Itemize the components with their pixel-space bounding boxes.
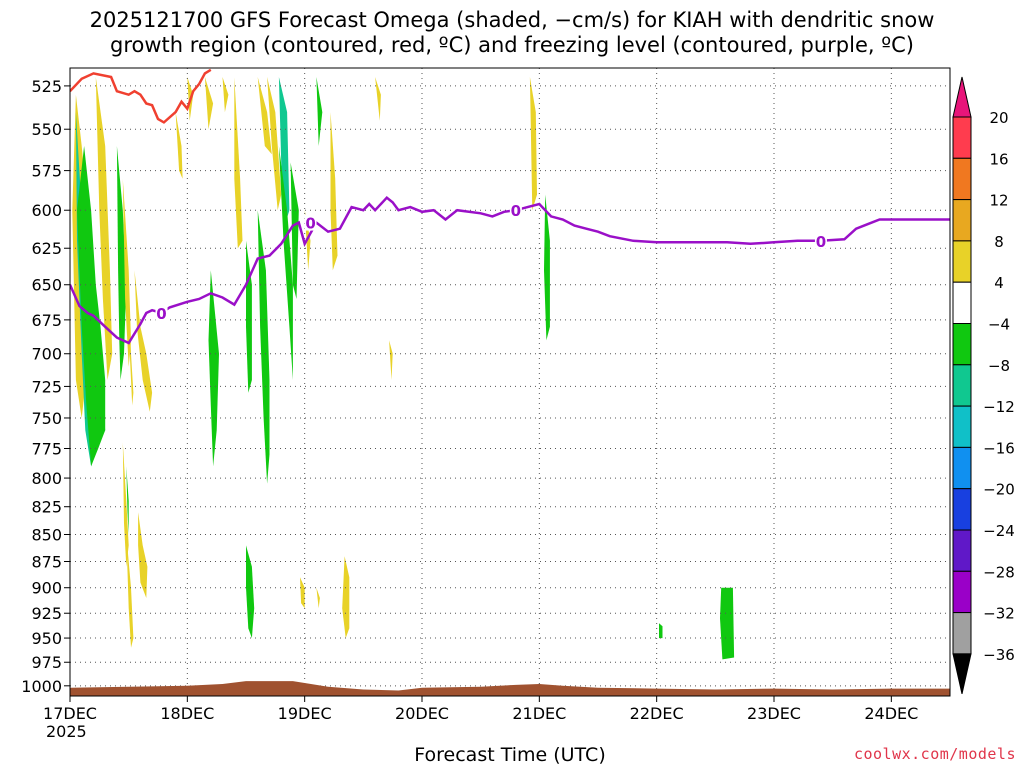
colorbar-swatch-11 xyxy=(952,570,972,614)
colorbar-label-4: 4 xyxy=(994,274,1004,292)
x-year-label: 2025 xyxy=(46,722,87,741)
colorbar-bottom-arrow xyxy=(952,653,972,695)
x-tick-label-21DEC: 21DEC xyxy=(512,704,566,723)
colorbar-label-13: −36 xyxy=(983,646,1015,664)
colorbar-label-3: 8 xyxy=(994,233,1004,251)
x-tick-label-19DEC: 19DEC xyxy=(278,704,332,723)
credit-link[interactable]: coolwx.com/models xyxy=(854,745,1016,763)
y-tick-label-675: 675 xyxy=(31,311,62,330)
colorbar-swatch-10 xyxy=(952,529,972,572)
y-tick-label-700: 700 xyxy=(31,345,62,364)
colorbar-swatch-7 xyxy=(952,405,972,448)
colorbar-label-8: −16 xyxy=(983,439,1015,457)
colorbar-swatch-9 xyxy=(952,488,972,531)
colorbar-label-6: −8 xyxy=(988,357,1010,375)
colorbar-swatch-6 xyxy=(952,364,972,407)
colorbar-swatch-2 xyxy=(952,199,972,242)
colorbar-label-12: −32 xyxy=(983,605,1015,623)
y-tick-label-725: 725 xyxy=(31,377,62,396)
freezing-level-label-2: 0 xyxy=(511,202,521,220)
colorbar-label-1: 16 xyxy=(989,150,1008,168)
y-tick-label-550: 550 xyxy=(31,120,62,139)
x-tick-label-20DEC: 20DEC xyxy=(395,704,449,723)
y-tick-label-775: 775 xyxy=(31,440,62,459)
colorbar-label-9: −20 xyxy=(983,481,1015,499)
x-tick-label-22DEC: 22DEC xyxy=(630,704,684,723)
x-axis: 17DEC 18DEC 19DEC 20DEC 21DEC 22DEC 23DEC 24DEC… xyxy=(43,696,918,741)
colorbar: 20 16 12 8 4 −4 −8 −12 −16 −20 −24 −28 −32 −36 xyxy=(952,76,1015,695)
colorbar-swatch-0 xyxy=(952,116,972,159)
y-tick-label-1000: 1000 xyxy=(21,677,62,696)
freezing-level-label-1: 0 xyxy=(305,215,315,233)
y-tick-label-625: 625 xyxy=(31,239,62,258)
colorbar-top-arrow xyxy=(952,76,972,118)
omega-time-height-chart: 0 0 0 0 525 550 575 600 625 650 675 700 725 750 775 80… xyxy=(21,67,1015,741)
y-tick-label-650: 650 xyxy=(31,276,62,295)
colorbar-swatch-1 xyxy=(952,157,972,201)
plot-background xyxy=(70,68,950,696)
omega-region-38 xyxy=(720,587,735,660)
colorbar-label-11: −28 xyxy=(983,563,1015,581)
colorbar-label-5: −4 xyxy=(988,316,1010,334)
colorbar-label-10: −24 xyxy=(983,522,1015,540)
freezing-level-label-0: 0 xyxy=(156,305,166,323)
x-tick-label-17DEC: 17DEC xyxy=(43,704,97,723)
x-tick-label-23DEC: 23DEC xyxy=(747,704,801,723)
y-tick-label-975: 975 xyxy=(31,653,62,672)
y-tick-label-825: 825 xyxy=(31,498,62,517)
y-tick-label-800: 800 xyxy=(31,469,62,488)
freezing-level-label-3: 0 xyxy=(816,233,826,251)
y-tick-label-850: 850 xyxy=(31,526,62,545)
y-tick-label-575: 575 xyxy=(31,162,62,181)
y-tick-label-525: 525 xyxy=(31,77,62,96)
y-tick-label-925: 925 xyxy=(31,604,62,623)
x-tick-label-18DEC: 18DEC xyxy=(160,704,214,723)
colorbar-label-0: 20 xyxy=(989,109,1008,127)
y-axis: 525 550 575 600 625 650 675 700 725 750 775 800 825 8… xyxy=(21,77,70,696)
y-tick-label-750: 750 xyxy=(31,409,62,428)
colorbar-swatch-5 xyxy=(952,323,972,366)
y-tick-label-600: 600 xyxy=(31,201,62,220)
x-tick-label-24DEC: 24DEC xyxy=(864,704,918,723)
colorbar-swatch-8 xyxy=(952,446,972,490)
y-tick-label-875: 875 xyxy=(31,552,62,571)
colorbar-swatch-3 xyxy=(952,240,972,283)
colorbar-swatch-4 xyxy=(952,281,972,325)
colorbar-label-7: −12 xyxy=(983,398,1015,416)
y-tick-label-900: 900 xyxy=(31,579,62,598)
y-tick-label-950: 950 xyxy=(31,629,62,648)
colorbar-label-2: 12 xyxy=(989,192,1008,210)
colorbar-swatch-12 xyxy=(952,612,972,655)
